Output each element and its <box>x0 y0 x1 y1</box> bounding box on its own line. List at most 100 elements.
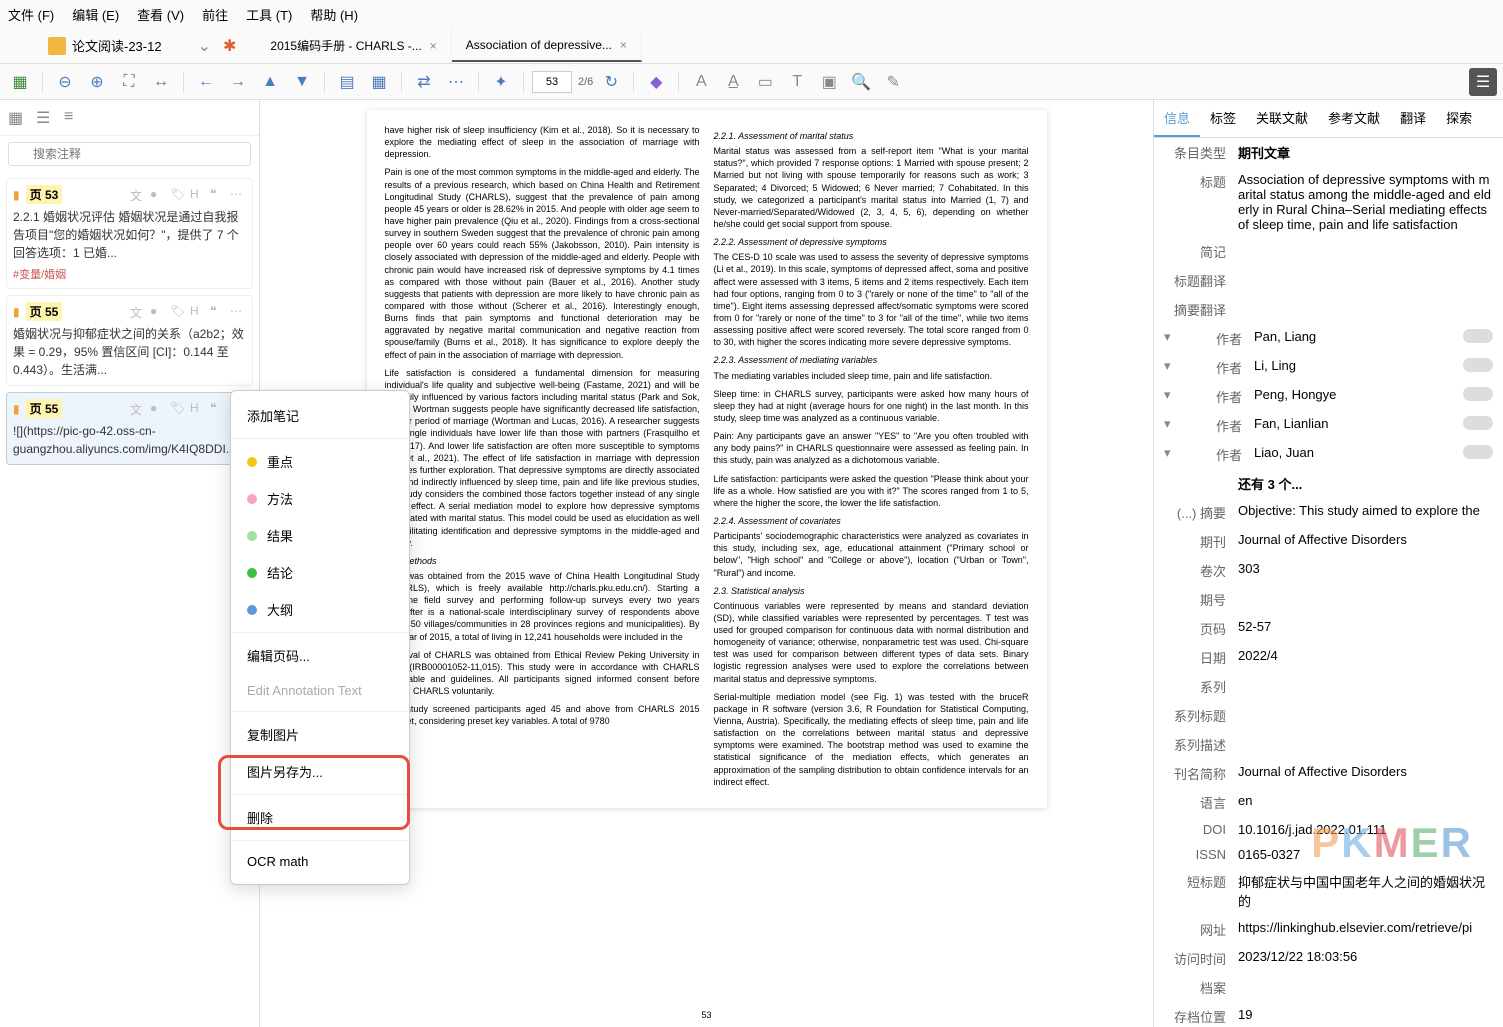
meta-row[interactable]: 摘要翻译 <box>1154 295 1503 324</box>
tab-translate[interactable]: 翻译 <box>1390 100 1436 137</box>
quote-icon[interactable]: ❝ <box>210 304 226 320</box>
meta-row[interactable]: 条目类型期刊文章 <box>1154 138 1503 167</box>
link-icon[interactable]: H <box>190 187 206 203</box>
ctx-color-2[interactable]: 结果 <box>231 517 409 554</box>
sidebar-toggle-icon[interactable]: ▦ <box>6 68 34 96</box>
chevron-down-icon[interactable]: ⌄ <box>198 36 211 56</box>
tag-icon[interactable]: 🏷 <box>170 401 186 417</box>
ctx-ocr-math[interactable]: OCR math <box>231 845 409 878</box>
toggle[interactable] <box>1463 329 1493 343</box>
translate-icon[interactable]: 文 <box>130 187 146 203</box>
menu-help[interactable]: 帮助 (H) <box>310 5 358 24</box>
ctx-color-3[interactable]: 结论 <box>231 554 409 591</box>
close-icon[interactable]: × <box>620 38 627 52</box>
meta-row[interactable]: ▾作者Liao, Juan <box>1154 440 1503 469</box>
ai-icon[interactable]: ✦ <box>487 68 515 96</box>
more-icon[interactable]: ⋯ <box>442 68 470 96</box>
meta-row[interactable]: 存档位置19 <box>1154 1002 1503 1027</box>
more-icon[interactable]: ⋯ <box>230 304 246 320</box>
text-tool-icon[interactable]: T <box>783 68 811 96</box>
ctx-color-4[interactable]: 大纲 <box>231 591 409 628</box>
search-icon[interactable]: 🔍 <box>847 68 875 96</box>
meta-row[interactable]: 页码52-57 <box>1154 614 1503 643</box>
tag-icon[interactable]: 🏷 <box>170 187 186 203</box>
close-icon[interactable]: × <box>430 39 437 53</box>
meta-row[interactable]: 简记 <box>1154 237 1503 266</box>
meta-row[interactable]: 卷次303 <box>1154 556 1503 585</box>
tab-related[interactable]: 关联文献 <box>1246 100 1318 137</box>
menu-view[interactable]: 查看 (V) <box>137 5 184 24</box>
more-icon[interactable]: ⋯ <box>230 187 246 203</box>
outline-icon[interactable]: ☰ <box>36 108 56 128</box>
annotation-card[interactable]: ▮页 55 文●🏷H❝⋯ 婚姻状况与抑郁症状之间的关系（a2b2；效果 = 0.… <box>6 295 253 386</box>
menu-edit[interactable]: 编辑 (E) <box>72 5 119 24</box>
ctx-color-1[interactable]: 方法 <box>231 480 409 517</box>
meta-row[interactable]: 系列 <box>1154 672 1503 701</box>
ctx-copy-image[interactable]: 复制图片 <box>231 716 409 753</box>
tag-icon[interactable]: 🏷 <box>170 304 186 320</box>
workspace-tab[interactable]: 论文阅读-23-12 <box>72 36 162 55</box>
zoom-fit-icon[interactable]: ⛶ <box>115 68 143 96</box>
link-icon[interactable]: H <box>190 304 206 320</box>
toggle[interactable] <box>1463 416 1493 430</box>
meta-row[interactable]: 网址https://linkinghub.elsevier.com/retrie… <box>1154 915 1503 944</box>
note-icon[interactable]: ▭ <box>751 68 779 96</box>
refresh-icon[interactable]: ↻ <box>597 68 625 96</box>
next-page-icon[interactable]: → <box>224 68 252 96</box>
highlight-tool-icon[interactable]: ▤ <box>333 68 361 96</box>
meta-row[interactable]: 系列标题 <box>1154 701 1503 730</box>
meta-row[interactable]: ▾作者Fan, Lianlian <box>1154 411 1503 440</box>
meta-row[interactable]: (...) 摘要Objective: This study aimed to e… <box>1154 498 1503 527</box>
translate-icon[interactable]: 文 <box>130 304 146 320</box>
note-tool-icon[interactable]: ▦ <box>365 68 393 96</box>
page-up-icon[interactable]: ▲ <box>256 68 284 96</box>
meta-row[interactable]: 系列描述 <box>1154 730 1503 759</box>
page-down-icon[interactable]: ▼ <box>288 68 316 96</box>
tab-tags[interactable]: 标签 <box>1200 100 1246 137</box>
right-sidebar-icon[interactable]: ☰ <box>1469 68 1497 96</box>
zoom-out-icon[interactable]: ⊖ <box>51 68 79 96</box>
color-icon[interactable]: ● <box>150 187 166 203</box>
zoom-in-icon[interactable]: ⊕ <box>83 68 111 96</box>
image-tool-icon[interactable]: ▣ <box>815 68 843 96</box>
meta-row[interactable]: 刊名简称Journal of Affective Disorders <box>1154 759 1503 788</box>
meta-row[interactable]: ▾作者Li, Ling <box>1154 353 1503 382</box>
meta-row[interactable]: 日期2022/4 <box>1154 643 1503 672</box>
toggle[interactable] <box>1463 358 1493 372</box>
meta-row[interactable]: 期刊Journal of Affective Disorders <box>1154 527 1503 556</box>
zoom-auto-icon[interactable]: ↔ <box>147 68 175 96</box>
tab-explore[interactable]: 探索 <box>1436 100 1482 137</box>
color-icon[interactable]: ● <box>150 401 166 417</box>
meta-row[interactable]: 期号 <box>1154 585 1503 614</box>
annotation-card[interactable]: ▮页 53 文●🏷H❝⋯ 2.2.1 婚姻状况评估 婚姻状况是通过自我报告项目"… <box>6 178 253 289</box>
underline-icon[interactable]: A̲ <box>719 68 747 96</box>
meta-row[interactable]: 档案 <box>1154 973 1503 1002</box>
list-icon[interactable]: ≡ <box>64 108 84 128</box>
doc-tab-charls[interactable]: 2015编码手册 - CHARLS -... × <box>256 29 451 62</box>
page-input[interactable] <box>532 71 572 93</box>
ctx-color-0[interactable]: 重点 <box>231 443 409 480</box>
toggle[interactable] <box>1463 387 1493 401</box>
meta-row[interactable]: 语言en <box>1154 788 1503 817</box>
menu-file[interactable]: 文件 (F) <box>8 5 54 24</box>
tab-info[interactable]: 信息 <box>1154 100 1200 137</box>
quote-icon[interactable]: ❝ <box>210 187 226 203</box>
thumbnails-icon[interactable]: ▦ <box>8 108 28 128</box>
toggle[interactable] <box>1463 445 1493 459</box>
meta-row[interactable]: ▾作者Peng, Hongye <box>1154 382 1503 411</box>
search-annotations-input[interactable] <box>8 142 251 166</box>
translate-icon[interactable]: 文 <box>130 401 146 417</box>
menu-go[interactable]: 前往 <box>202 5 228 24</box>
meta-row[interactable]: 还有 3 个... <box>1154 469 1503 498</box>
annotation-card[interactable]: ▮页 55 文●🏷H❝⋯ ![](https://pic-go-42.oss-c… <box>6 392 253 465</box>
menu-tools[interactable]: 工具 (T) <box>246 5 292 24</box>
ctx-add-note[interactable]: 添加笔记 <box>231 397 409 434</box>
meta-row[interactable]: 标题Association of depressive symptoms wit… <box>1154 167 1503 237</box>
doc-tab-depressive[interactable]: Association of depressive... × <box>452 29 642 62</box>
meta-row[interactable]: ▾作者Pan, Liang <box>1154 324 1503 353</box>
link-icon[interactable]: H <box>190 401 206 417</box>
transfer-icon[interactable]: ⇄ <box>410 68 438 96</box>
text-a-icon[interactable]: A <box>687 68 715 96</box>
ctx-edit-page[interactable]: 编辑页码... <box>231 637 409 674</box>
draw-icon[interactable]: ✎ <box>879 68 907 96</box>
